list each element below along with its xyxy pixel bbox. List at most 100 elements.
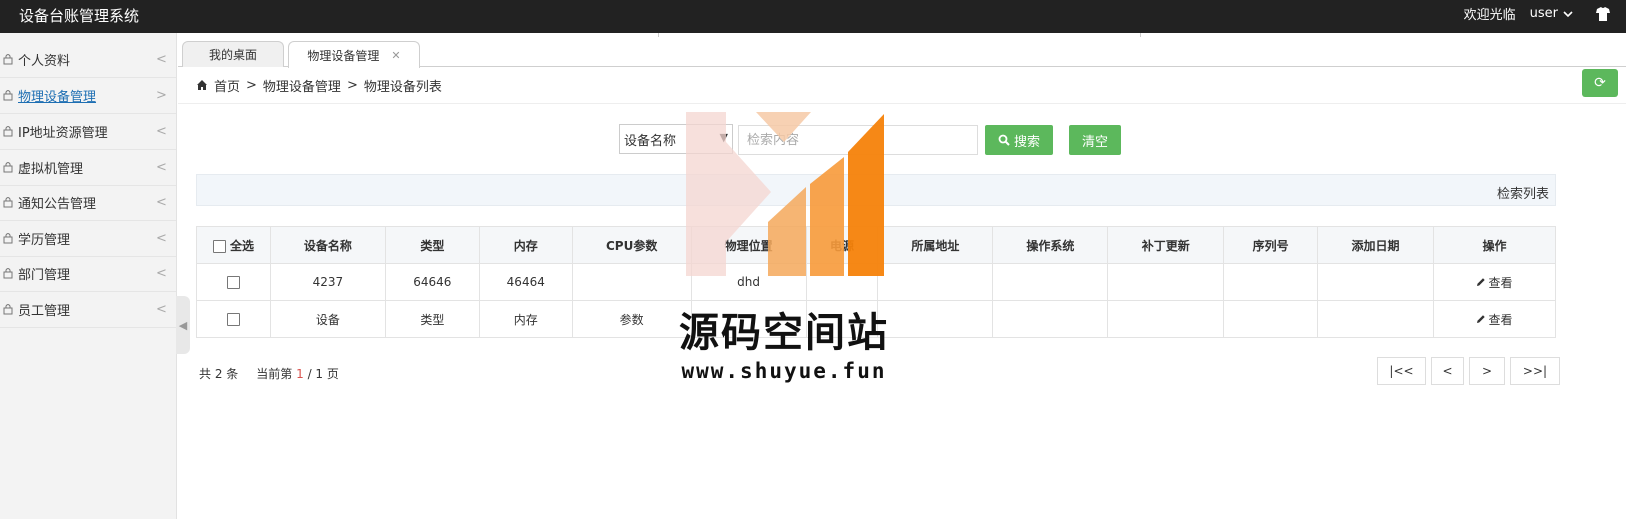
column-header: CPU参数 xyxy=(571,226,692,264)
search-field-selected: 设备名称 xyxy=(624,133,677,149)
lock-icon xyxy=(3,126,13,137)
cell-patch xyxy=(1107,263,1225,301)
clear-button-label: 清空 xyxy=(1081,134,1108,150)
cell-name: 设备 xyxy=(269,300,386,338)
sidebar-item-label: 个人资料 xyxy=(18,53,71,69)
row-select-cell[interactable] xyxy=(196,263,271,301)
chevron-icon: < xyxy=(156,159,167,175)
top-bar: 设备台账管理系统 欢迎光临 user xyxy=(0,0,1626,33)
user-menu[interactable]: user xyxy=(1530,6,1574,21)
divider xyxy=(658,33,659,37)
refresh-icon: ⟳ xyxy=(1594,75,1606,91)
sidebar-item-label: 通知公告管理 xyxy=(18,196,97,212)
row-checkbox[interactable] xyxy=(226,313,240,326)
cell-action: 查看 xyxy=(1432,263,1557,301)
breadcrumb-home[interactable]: 首页 xyxy=(214,76,240,95)
cell-date xyxy=(1317,263,1434,301)
sidebar-item-employees[interactable]: 员工管理 < xyxy=(0,291,176,328)
select-all-label: 全选 xyxy=(230,238,255,253)
current-page-prefix: 当前第 xyxy=(256,367,293,381)
welcome-text: 欢迎光临 xyxy=(1463,8,1516,23)
cell-cpu xyxy=(571,263,692,301)
cell-patch xyxy=(1107,300,1225,338)
cell-os xyxy=(992,300,1109,338)
tab-physical-devices[interactable]: 物理设备管理 ✕ xyxy=(288,41,420,68)
sidebar-item-departments[interactable]: 部门管理 < xyxy=(0,255,176,292)
last-page-button[interactable]: >>| xyxy=(1510,357,1560,385)
lock-icon xyxy=(3,197,13,208)
sidebar-item-notices[interactable]: 通知公告管理 < xyxy=(0,184,176,221)
breadcrumb-separator: > xyxy=(346,77,358,93)
select-all-cell[interactable]: 全选 xyxy=(196,226,271,264)
view-link[interactable]: 查看 xyxy=(1476,274,1512,291)
refresh-button[interactable]: ⟳ xyxy=(1582,69,1618,97)
column-header: 内存 xyxy=(478,226,573,264)
lock-icon xyxy=(3,233,13,244)
breadcrumb-separator: > xyxy=(246,77,257,93)
search-button[interactable]: 搜索 xyxy=(985,125,1053,155)
breadcrumb-level2: 物理设备列表 xyxy=(363,79,442,95)
column-header: 设备名称 xyxy=(269,226,386,264)
select-all-checkbox[interactable] xyxy=(212,239,226,253)
lock-icon xyxy=(3,304,13,315)
next-page-button[interactable]: > xyxy=(1469,357,1505,385)
chevron-icon: < xyxy=(156,51,167,67)
cell-serial xyxy=(1223,300,1319,338)
column-header: 操作系统 xyxy=(992,226,1109,264)
column-header: 序列号 xyxy=(1223,226,1319,264)
view-link[interactable]: 查看 xyxy=(1476,311,1512,328)
lock-icon xyxy=(3,90,13,101)
tab-my-desktop[interactable]: 我的桌面 xyxy=(182,41,284,67)
tab-label: 我的桌面 xyxy=(208,48,257,62)
watermark-logo xyxy=(686,112,884,276)
breadcrumb-level1[interactable]: 物理设备管理 xyxy=(263,76,341,95)
cell-date xyxy=(1317,300,1434,338)
cell-name: 4237 xyxy=(269,263,386,301)
shirt-icon[interactable] xyxy=(1594,5,1612,23)
pager: |<< < > >>| xyxy=(1377,357,1560,385)
column-header: 类型 xyxy=(384,226,480,264)
cell-type: 64646 xyxy=(384,263,480,301)
sidebar-collapse-handle[interactable]: ◀ xyxy=(176,296,190,354)
sidebar-item-ip-resources[interactable]: IP地址资源管理 < xyxy=(0,113,176,150)
chevron-left-icon: ◀ xyxy=(178,318,188,332)
first-page-button[interactable]: |<< xyxy=(1377,357,1426,385)
lock-icon xyxy=(3,162,13,173)
page-info: 共 2 条 当前第 1 / 1 页 xyxy=(199,365,339,382)
view-link-label: 查看 xyxy=(1488,312,1513,327)
chevron-icon: < xyxy=(156,194,167,210)
column-header: 添加日期 xyxy=(1317,226,1434,264)
breadcrumb-row: 首页 > 物理设备管理 > 物理设备列表 ⟳ xyxy=(178,67,1626,104)
breadcrumb: 首页 > 物理设备管理 > 物理设备列表 xyxy=(196,76,442,95)
search-icon xyxy=(998,134,1010,146)
sidebar-item-label: IP地址资源管理 xyxy=(18,125,108,141)
user-name: user xyxy=(1529,6,1558,21)
top-right-area: 欢迎光临 user xyxy=(1464,4,1612,23)
chevron-icon: < xyxy=(156,265,167,281)
column-header: 操作 xyxy=(1432,226,1557,264)
clear-button[interactable]: 清空 xyxy=(1069,125,1121,155)
result-banner-label: 检索列表 xyxy=(1496,187,1549,202)
watermark-url: www.shuyue.fun xyxy=(681,359,887,383)
prev-page-button[interactable]: < xyxy=(1431,357,1464,385)
sidebar-item-vm[interactable]: 虚拟机管理 < xyxy=(0,149,176,186)
sidebar-item-physical-devices[interactable]: 物理设备管理 > xyxy=(0,77,176,114)
view-link-label: 查看 xyxy=(1488,275,1513,290)
cell-memory: 46464 xyxy=(478,263,573,301)
sidebar-item-profile[interactable]: 个人资料 < xyxy=(0,41,176,78)
row-select-cell[interactable] xyxy=(196,300,271,338)
cell-serial xyxy=(1223,263,1319,301)
row-checkbox[interactable] xyxy=(226,276,240,289)
chevron-icon: > xyxy=(156,87,167,103)
sidebar-item-label: 学历管理 xyxy=(18,232,71,248)
column-header: 所属地址 xyxy=(877,226,994,264)
chevron-down-icon xyxy=(1563,10,1573,17)
pencil-icon xyxy=(1477,278,1486,286)
close-icon[interactable]: ✕ xyxy=(391,49,400,62)
sidebar-item-label: 虚拟机管理 xyxy=(18,161,84,177)
cell-cpu: 参数 xyxy=(571,300,692,338)
sidebar-item-education[interactable]: 学历管理 < xyxy=(0,220,176,257)
cell-action: 查看 xyxy=(1432,300,1557,338)
current-page-info: 当前第 1 / 1 页 xyxy=(256,365,339,382)
lock-icon xyxy=(3,54,13,65)
